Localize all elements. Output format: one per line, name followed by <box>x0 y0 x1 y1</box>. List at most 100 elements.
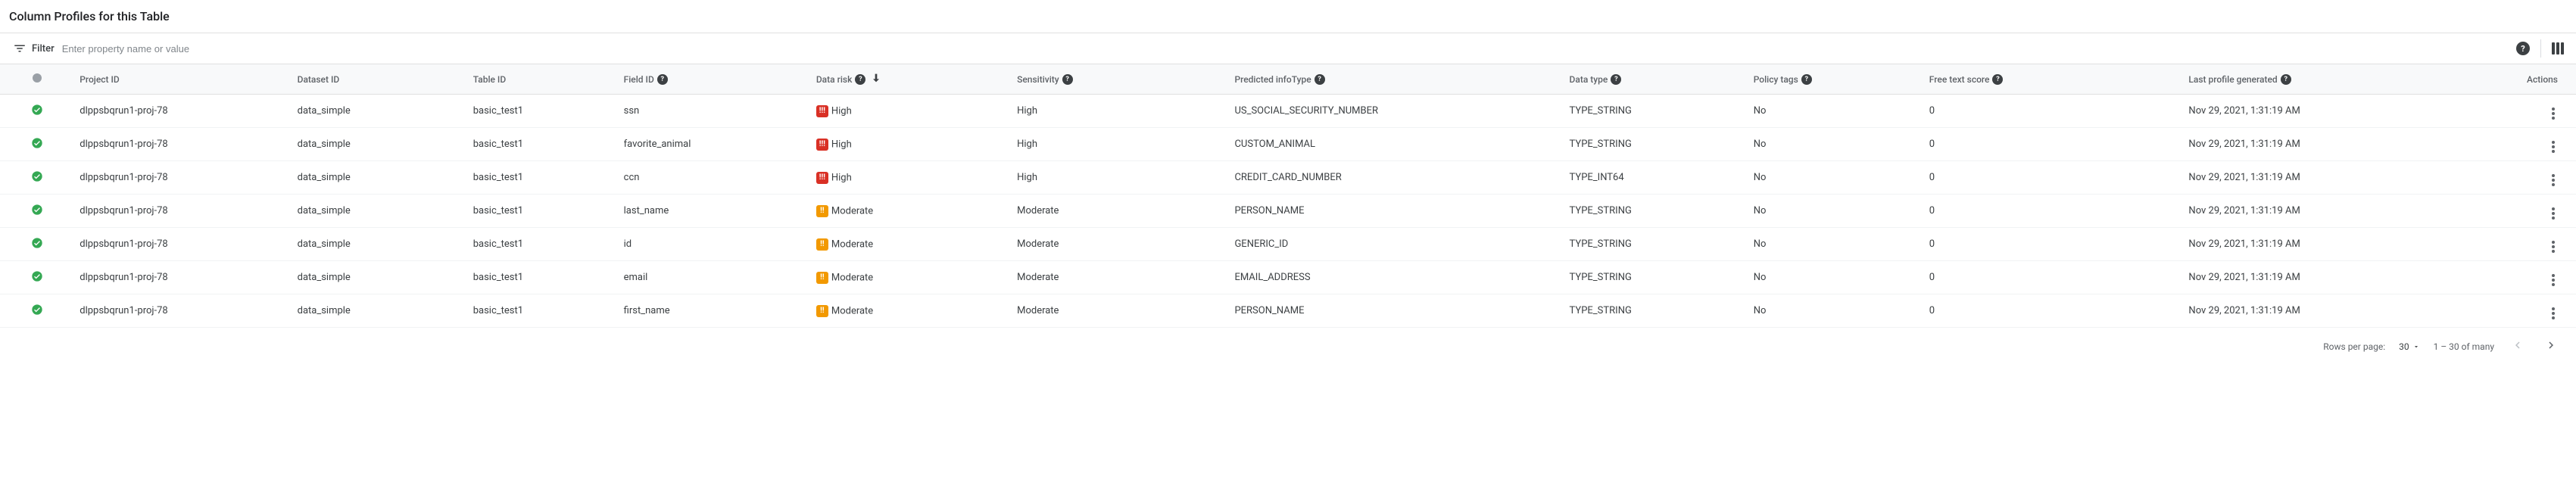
next-page-button[interactable] <box>2541 335 2561 357</box>
project-id-cell: dlppsbqrun1-proj-78 <box>73 161 291 195</box>
check-circle-icon <box>31 237 43 249</box>
risk-badge-icon: !!! <box>816 105 828 117</box>
col-label: Free text score <box>1929 74 1990 85</box>
actions-cell <box>2459 294 2576 328</box>
rows-per-page-value: 30 <box>2399 341 2409 352</box>
help-icon[interactable]: ? <box>657 74 668 85</box>
project-id-cell: dlppsbqrun1-proj-78 <box>73 228 291 261</box>
data-type-cell: TYPE_STRING <box>1564 128 1748 161</box>
actions-cell <box>2459 228 2576 261</box>
dataset-id-cell: data_simple <box>292 128 467 161</box>
project-id-cell: dlppsbqrun1-proj-78 <box>73 294 291 328</box>
dataset-id-cell: data_simple <box>292 161 467 195</box>
col-label: Data risk <box>816 74 852 85</box>
help-icon[interactable]: ? <box>1062 74 1073 85</box>
col-label: Table ID <box>473 74 506 85</box>
project-id-cell: dlppsbqrun1-proj-78 <box>73 128 291 161</box>
chevron-left-icon <box>2511 338 2525 352</box>
table-row: dlppsbqrun1-proj-78data_simplebasic_test… <box>0 95 2576 128</box>
risk-badge-icon: !!! <box>816 172 828 184</box>
status-header-icon <box>33 73 42 83</box>
col-free-text-score[interactable]: Free text score? <box>1923 64 2183 95</box>
data-risk-cell: !!Moderate <box>810 195 1011 228</box>
col-table-id[interactable]: Table ID <box>467 64 618 95</box>
col-predicted-infotype[interactable]: Predicted infoType? <box>1228 64 1563 95</box>
help-icon[interactable]: ? <box>2516 42 2530 55</box>
page-title: Column Profiles for this Table <box>0 0 2576 33</box>
table-row: dlppsbqrun1-proj-78data_simplebasic_test… <box>0 228 2576 261</box>
table-id-cell: basic_test1 <box>467 95 618 128</box>
check-circle-icon <box>31 270 43 282</box>
project-id-cell: dlppsbqrun1-proj-78 <box>73 95 291 128</box>
more-actions-button[interactable] <box>2552 307 2555 319</box>
data-risk-text: High <box>831 105 852 117</box>
col-last-profile-generated[interactable]: Last profile generated? <box>2182 64 2459 95</box>
policy-tags-cell: No <box>1748 294 1923 328</box>
table-row: dlppsbqrun1-proj-78data_simplebasic_test… <box>0 261 2576 294</box>
check-circle-icon <box>31 204 43 216</box>
more-actions-button[interactable] <box>2552 174 2555 186</box>
filter-bar: Filter ? <box>0 33 2576 64</box>
col-label: Field ID <box>624 74 654 85</box>
column-profiles-table: Project ID Dataset ID Table ID Field ID?… <box>0 64 2576 328</box>
predicted-infotype-cell: US_SOCIAL_SECURITY_NUMBER <box>1228 95 1563 128</box>
table-id-cell: basic_test1 <box>467 261 618 294</box>
policy-tags-cell: No <box>1748 128 1923 161</box>
data-type-cell: TYPE_STRING <box>1564 95 1748 128</box>
col-data-risk[interactable]: Data risk? <box>810 64 1011 95</box>
filter-label: Filter <box>32 43 55 55</box>
pagination-range: 1 – 30 of many <box>2434 341 2494 352</box>
help-icon[interactable]: ? <box>855 74 865 85</box>
data-risk-cell: !!!High <box>810 161 1011 195</box>
data-risk-text: Moderate <box>831 205 873 216</box>
col-label: Policy tags <box>1754 74 1798 85</box>
risk-badge-icon: !! <box>816 305 828 317</box>
sensitivity-cell: Moderate <box>1011 228 1228 261</box>
help-icon[interactable]: ? <box>1992 74 2003 85</box>
col-data-type[interactable]: Data type? <box>1564 64 1748 95</box>
table-id-cell: basic_test1 <box>467 195 618 228</box>
data-type-cell: TYPE_STRING <box>1564 228 1748 261</box>
col-label: Actions <box>2527 74 2558 85</box>
column-selector-icon[interactable] <box>2552 42 2564 55</box>
sensitivity-cell: High <box>1011 95 1228 128</box>
divider <box>2540 39 2541 58</box>
last-profile-generated-cell: Nov 29, 2021, 1:31:19 AM <box>2182 228 2459 261</box>
help-icon[interactable]: ? <box>1801 74 1812 85</box>
col-sensitivity[interactable]: Sensitivity? <box>1011 64 1228 95</box>
table-row: dlppsbqrun1-proj-78data_simplebasic_test… <box>0 161 2576 195</box>
help-icon[interactable]: ? <box>1315 74 1325 85</box>
predicted-infotype-cell: CREDIT_CARD_NUMBER <box>1228 161 1563 195</box>
help-icon[interactable]: ? <box>1611 74 1621 85</box>
col-policy-tags[interactable]: Policy tags? <box>1748 64 1923 95</box>
filter-input[interactable] <box>62 43 2516 55</box>
data-type-cell: TYPE_STRING <box>1564 195 1748 228</box>
more-actions-button[interactable] <box>2552 141 2555 153</box>
data-risk-text: High <box>831 172 852 183</box>
prev-page-button[interactable] <box>2508 335 2528 357</box>
policy-tags-cell: No <box>1748 161 1923 195</box>
data-risk-cell: !!Moderate <box>810 228 1011 261</box>
help-icon[interactable]: ? <box>2281 74 2291 85</box>
col-actions: Actions <box>2459 64 2576 95</box>
more-actions-button[interactable] <box>2552 274 2555 286</box>
col-status[interactable] <box>0 64 73 95</box>
col-project-id[interactable]: Project ID <box>73 64 291 95</box>
col-dataset-id[interactable]: Dataset ID <box>292 64 467 95</box>
dataset-id-cell: data_simple <box>292 195 467 228</box>
rows-per-page-select[interactable]: 30 <box>2399 341 2420 352</box>
project-id-cell: dlppsbqrun1-proj-78 <box>73 195 291 228</box>
actions-cell <box>2459 161 2576 195</box>
field-id-cell: id <box>618 228 810 261</box>
field-id-cell: ssn <box>618 95 810 128</box>
more-actions-button[interactable] <box>2552 207 2555 220</box>
more-actions-button[interactable] <box>2552 107 2555 120</box>
table-row: dlppsbqrun1-proj-78data_simplebasic_test… <box>0 195 2576 228</box>
status-cell <box>0 228 73 261</box>
more-actions-button[interactable] <box>2552 241 2555 253</box>
actions-cell <box>2459 195 2576 228</box>
dataset-id-cell: data_simple <box>292 95 467 128</box>
col-field-id[interactable]: Field ID? <box>618 64 810 95</box>
risk-badge-icon: !! <box>816 238 828 251</box>
policy-tags-cell: No <box>1748 95 1923 128</box>
